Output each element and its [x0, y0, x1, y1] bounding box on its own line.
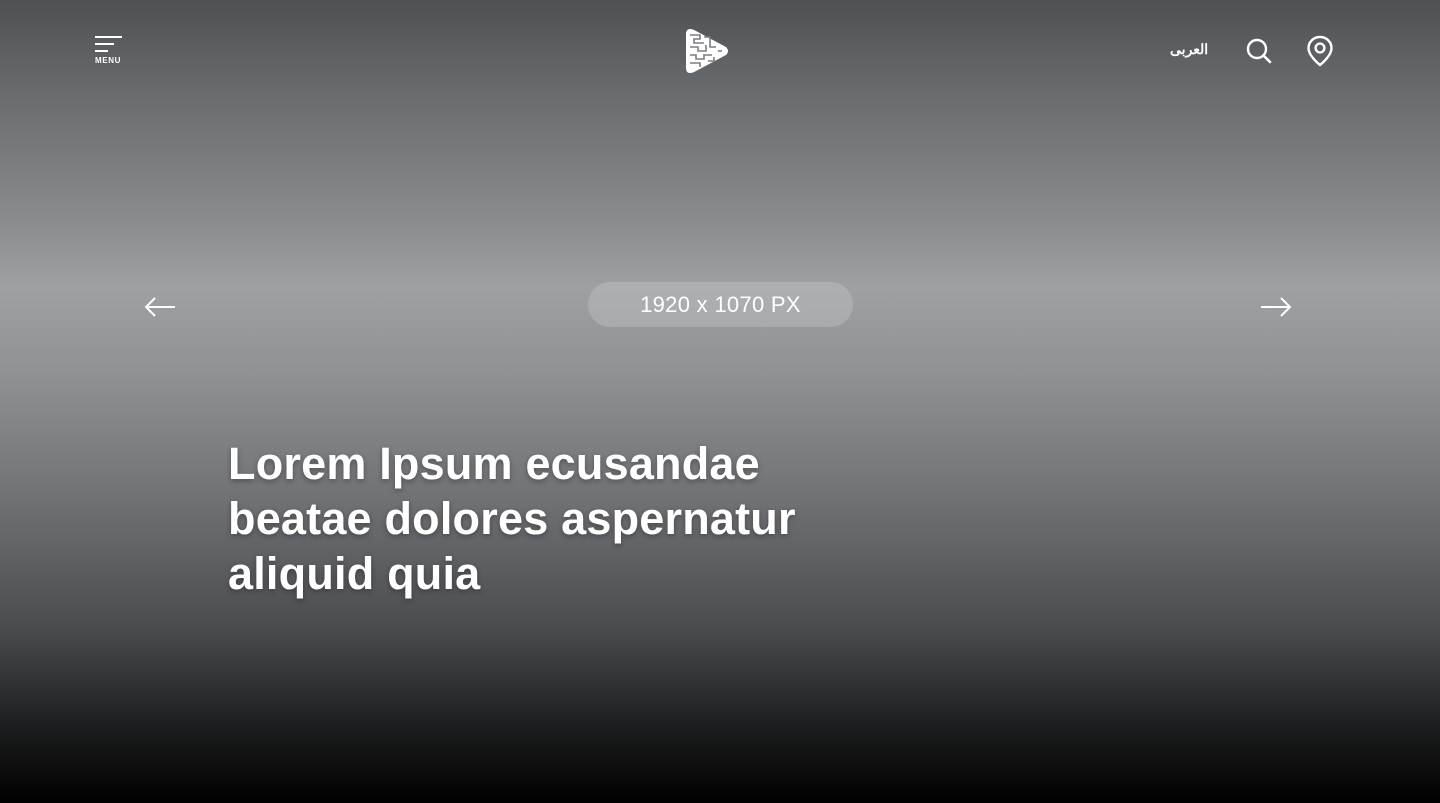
- location-button[interactable]: [1306, 35, 1334, 67]
- hamburger-menu-icon-line: [95, 50, 108, 52]
- language-switch-link[interactable]: العربى: [1170, 41, 1208, 58]
- slider-prev-button[interactable]: [143, 294, 177, 320]
- menu-label: MENU: [95, 56, 121, 65]
- image-size-placeholder: 1920 x 1070 PX: [588, 282, 853, 327]
- hero-slider: MENU العربى 1920 x 1070 PX Lorem Ipsum e…: [0, 0, 1440, 803]
- arrow-right-icon: [1261, 297, 1292, 317]
- logo-icon: [686, 29, 728, 73]
- slider-next-button[interactable]: [1259, 294, 1293, 320]
- location-pin-icon: [1307, 35, 1333, 67]
- search-icon: [1246, 38, 1272, 64]
- menu-button[interactable]: MENU: [95, 35, 125, 67]
- slide-headline: Lorem Ipsum ecusandae beatae dolores asp…: [228, 438, 796, 599]
- search-button[interactable]: [1245, 37, 1273, 65]
- arrow-left-icon: [144, 297, 175, 317]
- hamburger-menu-icon-line: [95, 43, 114, 45]
- brand-logo[interactable]: [684, 25, 732, 77]
- hamburger-menu-icon-line: [95, 36, 122, 38]
